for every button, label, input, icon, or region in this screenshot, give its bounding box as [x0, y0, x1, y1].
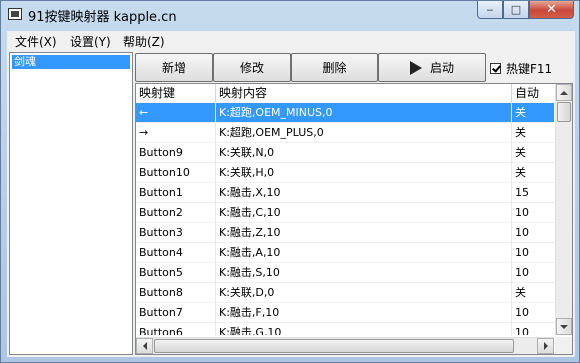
- cell-content: K:融击,Z,10: [216, 223, 512, 243]
- cell-content: K:关联,H,0: [216, 163, 512, 183]
- title-bar[interactable]: 9​1按键映射器 kapple.cn ‒ □ ✕: [1, 1, 579, 30]
- cell-key: Button7: [136, 303, 216, 323]
- cell-auto: 关: [515, 286, 526, 299]
- cell-key: Button10: [136, 163, 216, 183]
- cell-content: K:关联,D,0: [216, 283, 512, 303]
- cell-key: ←: [136, 103, 216, 123]
- table-body: ← K:超跑,OEM_MINUS,0 关 → K:超跑,OEM_PLUS,0 关 Butto…: [136, 103, 554, 335]
- arrow-left-icon: [142, 342, 147, 350]
- table-row[interactable]: Button7 K:融击,F,10 10: [136, 303, 554, 323]
- cell-content: K:融击,G,10: [216, 323, 512, 335]
- cell-auto: 10: [515, 306, 529, 319]
- edit-button[interactable]: 修改: [213, 53, 291, 82]
- start-button[interactable]: 启动: [378, 53, 486, 82]
- menu-file[interactable]: 文件(X): [15, 33, 57, 50]
- column-header-key[interactable]: 映射键: [136, 84, 216, 103]
- app-icon: [8, 8, 22, 20]
- client-area: 剑魂 新增 修改 删除 启动 热键F11 映射键 映射内容 自动 ← K:超跑,O…: [7, 50, 575, 357]
- cell-auto: 10: [515, 226, 529, 239]
- cell-auto: 关: [515, 166, 526, 179]
- minimize-button[interactable]: ‒: [477, 1, 503, 19]
- cell-auto: 10: [515, 326, 529, 335]
- cell-key: Button4: [136, 243, 216, 263]
- cell-key: Button2: [136, 203, 216, 223]
- menu-bar: 文件(X) 设置(Y) 帮助(Z): [7, 31, 575, 50]
- scroll-right-button[interactable]: [537, 338, 554, 354]
- vertical-scrollbar[interactable]: [555, 84, 572, 335]
- table-header: 映射键 映射内容 自动: [136, 84, 554, 104]
- menu-help[interactable]: 帮助(Z): [123, 33, 165, 50]
- cell-key: Button9: [136, 143, 216, 163]
- cell-auto: 10: [515, 266, 529, 279]
- cell-auto: 15: [515, 186, 529, 199]
- profile-list[interactable]: 剑魂: [9, 52, 133, 355]
- delete-button[interactable]: 删除: [291, 53, 378, 82]
- cell-auto: 关: [515, 106, 526, 119]
- table-row[interactable]: Button9 K:关联,N,0 关: [136, 143, 554, 163]
- table-row[interactable]: ← K:超跑,OEM_MINUS,0 关: [136, 103, 554, 123]
- cell-content: K:超跑,OEM_PLUS,0: [216, 123, 512, 143]
- maximize-icon: □: [510, 3, 522, 16]
- minimize-icon: ‒: [486, 3, 494, 16]
- cell-key: Button8: [136, 283, 216, 303]
- play-icon: [409, 60, 422, 75]
- cell-content: K:融击,A,10: [216, 243, 512, 263]
- table-row[interactable]: Button5 K:融击,S,10 10: [136, 263, 554, 283]
- column-header-auto[interactable]: 自动: [512, 84, 554, 103]
- cell-key: →: [136, 123, 216, 143]
- cell-content: K:融击,F,10: [216, 303, 512, 323]
- table-row[interactable]: Button3 K:融击,Z,10 10: [136, 223, 554, 243]
- menu-settings[interactable]: 设置(Y): [70, 33, 111, 50]
- app-window: 9​1按键映射器 kapple.cn ‒ □ ✕ 文件(X) 设置(Y) 帮助(…: [0, 0, 580, 363]
- cell-auto: 关: [515, 146, 526, 159]
- column-header-content[interactable]: 映射内容: [216, 84, 512, 103]
- maximize-button[interactable]: □: [503, 1, 529, 19]
- window-controls: ‒ □ ✕: [477, 1, 574, 20]
- cell-auto: 10: [515, 246, 529, 259]
- cell-auto: 关: [515, 126, 526, 139]
- horizontal-scroll-thumb[interactable]: [154, 339, 514, 353]
- cell-content: K:融击,S,10: [216, 263, 512, 283]
- cell-key: Button3: [136, 223, 216, 243]
- cell-content: K:融击,C,10: [216, 203, 512, 223]
- cell-key: Button6: [136, 323, 216, 335]
- cell-key: Button1: [136, 183, 216, 203]
- horizontal-scrollbar[interactable]: [136, 337, 554, 354]
- scroll-up-button[interactable]: [556, 84, 572, 101]
- profile-item-selected[interactable]: 剑魂: [12, 55, 130, 69]
- scroll-corner: [555, 337, 572, 354]
- cell-content: K:融击,X,10: [216, 183, 512, 203]
- arrow-down-icon: [560, 324, 568, 329]
- cell-key: Button5: [136, 263, 216, 283]
- arrow-right-icon: [543, 342, 548, 350]
- cell-content: K:超跑,OEM_MINUS,0: [216, 103, 512, 123]
- scroll-down-button[interactable]: [556, 318, 572, 335]
- table-row[interactable]: Button2 K:融击,C,10 10: [136, 203, 554, 223]
- close-button[interactable]: ✕: [529, 1, 574, 19]
- hotkey-label: 热键F11: [506, 62, 553, 76]
- table-row[interactable]: → K:超跑,OEM_PLUS,0 关: [136, 123, 554, 143]
- window-title: 9​1按键映射器 kapple.cn: [28, 10, 177, 25]
- cell-auto: 10: [515, 206, 529, 219]
- vertical-scroll-thumb[interactable]: [557, 102, 571, 122]
- mapping-table: 映射键 映射内容 自动 ← K:超跑,OEM_MINUS,0 关 → K:超跑,OEM_…: [135, 83, 573, 355]
- arrow-up-icon: [560, 90, 568, 95]
- hotkey-checkbox[interactable]: [490, 63, 501, 74]
- table-row[interactable]: Button6 K:融击,G,10 10: [136, 323, 554, 335]
- table-row[interactable]: Button10 K:关联,H,0 关: [136, 163, 554, 183]
- hotkey-toggle[interactable]: 热键F11: [490, 60, 552, 77]
- start-label: 启动: [429, 61, 454, 75]
- cell-content: K:关联,N,0: [216, 143, 512, 163]
- scroll-left-button[interactable]: [136, 338, 153, 354]
- table-row[interactable]: Button1 K:融击,X,10 15: [136, 183, 554, 203]
- table-row[interactable]: Button4 K:融击,A,10 10: [136, 243, 554, 263]
- table-row[interactable]: Button8 K:关联,D,0 关: [136, 283, 554, 303]
- add-button[interactable]: 新增: [135, 53, 213, 82]
- close-icon: ✕: [546, 2, 557, 17]
